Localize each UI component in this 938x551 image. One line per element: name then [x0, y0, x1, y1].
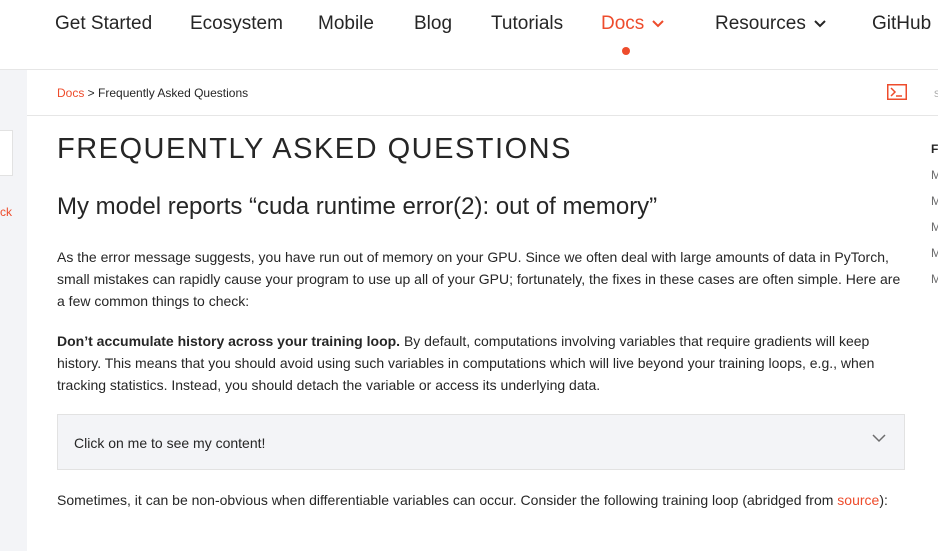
toc-item[interactable]: M — [931, 194, 938, 208]
nav-get-started[interactable]: Get Started — [55, 13, 152, 35]
chevron-down-icon — [814, 20, 826, 28]
nav-resources-label: Resources — [715, 13, 806, 34]
toc-item[interactable]: M — [931, 246, 938, 260]
history-paragraph-bold: Don’t accumulate history across your tra… — [57, 333, 401, 349]
source-link[interactable]: source — [837, 492, 879, 508]
collapsible-label: Click on me to see my content! — [74, 435, 266, 451]
nav-ecosystem[interactable]: Ecosystem — [190, 13, 283, 35]
chevron-down-icon — [872, 434, 886, 443]
active-indicator-dot — [622, 47, 630, 55]
nav-blog[interactable]: Blog — [414, 13, 452, 35]
section-heading: My model reports “cuda runtime error(2):… — [57, 193, 658, 220]
toc-item[interactable]: M — [931, 272, 938, 286]
nav-mobile[interactable]: Mobile — [318, 13, 374, 35]
intro-paragraph: As the error message suggests, you have … — [57, 249, 901, 309]
training-loop-text: Sometimes, it can be non-obvious when di… — [57, 492, 838, 508]
training-loop-paragraph: Sometimes, it can be non-obvious when di… — [57, 489, 909, 511]
breadcrumb-current: Frequently Asked Questions — [98, 86, 249, 100]
sidebar-partial-link[interactable]: ck — [0, 205, 12, 219]
nav-docs-label: Docs — [601, 13, 645, 34]
breadcrumb: Docs > Frequently Asked Questions — [57, 86, 248, 100]
breadcrumb-bar: Docs > Frequently Asked Questions s — [27, 70, 938, 116]
breadcrumb-docs-link[interactable]: Docs — [57, 86, 84, 100]
history-paragraph: Don’t accumulate history across your tra… — [57, 330, 909, 396]
toc-heading: F — [931, 142, 938, 156]
toc-item[interactable]: M — [931, 168, 938, 182]
nav-tutorials[interactable]: Tutorials — [491, 13, 563, 35]
page-title: FREQUENTLY ASKED QUESTIONS — [57, 133, 572, 165]
nav-docs[interactable]: Docs — [601, 13, 665, 35]
sidebar-search-box[interactable] — [0, 130, 13, 176]
toc-item[interactable]: M — [931, 220, 938, 234]
breadcrumb-right-partial: s — [934, 86, 938, 100]
nav-github[interactable]: GitHub — [872, 13, 931, 35]
top-nav: Get Started Ecosystem Mobile Blog Tutori… — [0, 0, 938, 70]
terminal-icon[interactable] — [887, 84, 907, 100]
training-loop-end: ): — [879, 492, 888, 508]
collapsible-block[interactable]: Click on me to see my content! — [57, 414, 905, 470]
nav-resources[interactable]: Resources — [715, 13, 826, 35]
chevron-down-icon — [652, 20, 665, 28]
breadcrumb-separator: > — [84, 86, 99, 100]
